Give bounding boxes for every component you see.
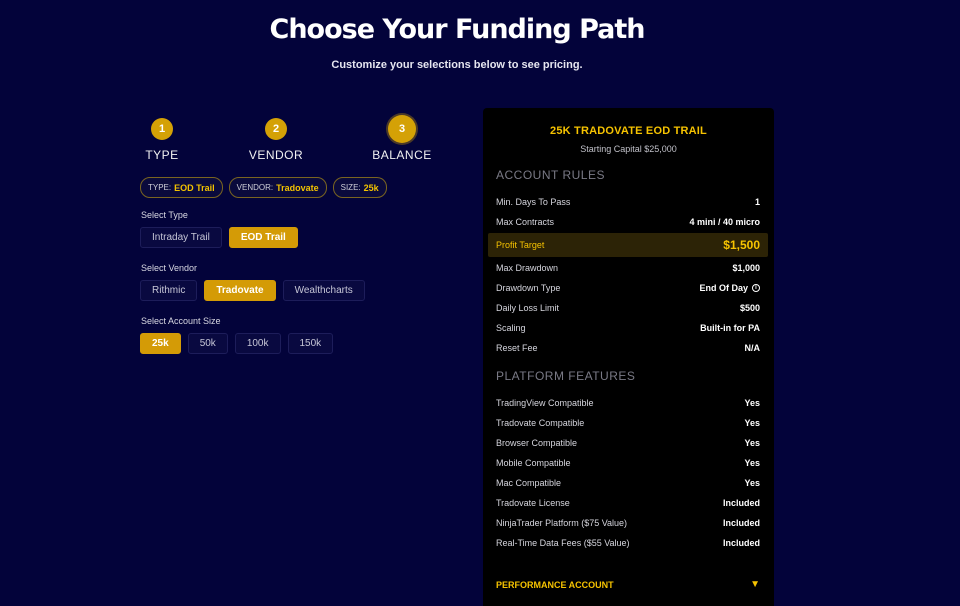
step-label: BALANCE [372, 148, 432, 162]
tag-value: Tradovate [276, 182, 319, 193]
feature-value: Yes [744, 438, 760, 448]
feature-key: NinjaTrader Platform ($75 Value) [496, 518, 628, 528]
rule-row: Min. Days To Pass 1 [496, 194, 760, 210]
feature-value: Yes [744, 398, 760, 408]
rule-row: Reset Fee N/A [496, 340, 760, 356]
rule-value: $1,500 [723, 238, 760, 252]
size-options: 25k 50k 100k 150k [140, 333, 334, 354]
size-option-100k[interactable]: 100k [234, 333, 281, 354]
rule-key: Drawdown Type [496, 283, 561, 293]
feature-row: Real-Time Data Fees ($55 Value) Included [496, 535, 760, 551]
select-type-label: Select Type [141, 210, 188, 220]
feature-value: Yes [744, 478, 760, 488]
rule-value: End Of Day [699, 283, 748, 293]
rule-value: 4 mini / 40 micro [689, 217, 760, 227]
performance-account-toggle[interactable]: PERFORMANCE ACCOUNT ▼ [496, 579, 760, 590]
feature-row: Mac Compatible Yes [496, 475, 760, 491]
rule-value: N/A [744, 343, 761, 353]
rule-row: Daily Loss Limit $500 [496, 300, 760, 316]
select-size-label: Select Account Size [141, 316, 221, 326]
feature-key: Mac Compatible [496, 478, 562, 488]
feature-value: Yes [744, 418, 760, 428]
rule-row: Drawdown Type End Of Day i [496, 280, 760, 296]
vendor-option-wealthcharts[interactable]: Wealthcharts [282, 280, 365, 301]
tag-key: SIZE: [340, 183, 361, 192]
step-label: VENDOR [248, 148, 304, 162]
rule-value: $1,000 [732, 263, 760, 273]
account-rules-heading: ACCOUNT RULES [496, 168, 605, 182]
rule-key: Scaling [496, 323, 526, 333]
feature-key: Browser Compatible [496, 438, 578, 448]
type-option-intraday-trail[interactable]: Intraday Trail [140, 227, 222, 248]
selection-tags: TYPE: EOD Trail VENDOR: Tradovate SIZE: … [140, 177, 387, 198]
feature-value: Included [722, 538, 760, 548]
chevron-down-icon: ▼ [750, 579, 760, 590]
profit-target-row: Profit Target $1,500 [488, 233, 768, 257]
tag-value: 25k [363, 182, 379, 193]
feature-value: Included [722, 518, 760, 528]
rule-key: Profit Target [496, 240, 545, 250]
feature-value: Yes [744, 458, 760, 468]
page-subtitle: Customize your selections below to see p… [331, 59, 583, 71]
feature-key: Tradovate Compatible [496, 418, 585, 428]
rule-value: Built-in for PA [700, 323, 760, 333]
type-option-eod-trail[interactable]: EOD Trail [228, 227, 298, 248]
step-number: 3 [388, 115, 416, 143]
platform-features-heading: PLATFORM FEATURES [496, 369, 636, 383]
type-tag: TYPE: EOD Trail [140, 177, 223, 198]
info-icon[interactable]: i [752, 284, 760, 292]
rule-key: Max Drawdown [496, 263, 559, 273]
rule-value: $500 [739, 303, 760, 313]
rule-row: Max Drawdown $1,000 [496, 260, 760, 276]
feature-row: NinjaTrader Platform ($75 Value) Include… [496, 515, 760, 531]
panel-subtitle: Starting Capital $25,000 [580, 144, 677, 154]
step-balance[interactable]: 3 BALANCE [352, 115, 452, 162]
size-option-150k[interactable]: 150k [287, 333, 334, 354]
rule-row: Max Contracts 4 mini / 40 micro [496, 214, 760, 230]
tag-key: TYPE: [148, 183, 172, 192]
feature-key: Mobile Compatible [496, 458, 571, 468]
performance-account-label: PERFORMANCE ACCOUNT [496, 579, 614, 590]
feature-row: Tradovate License Included [496, 495, 760, 511]
rule-key: Max Contracts [496, 217, 555, 227]
size-option-25k[interactable]: 25k [140, 333, 181, 354]
panel-title: 25K TRADOVATE EOD TRAIL [550, 125, 707, 137]
tag-key: VENDOR: [236, 183, 274, 192]
vendor-option-tradovate[interactable]: Tradovate [204, 280, 276, 301]
size-option-50k[interactable]: 50k [187, 333, 228, 354]
vendor-options: Rithmic Tradovate Wealthcharts [140, 280, 365, 301]
step-vendor[interactable]: 2 VENDOR [226, 118, 326, 162]
feature-key: TradingView Compatible [496, 398, 594, 408]
vendor-tag: VENDOR: Tradovate [228, 177, 327, 198]
feature-row: Mobile Compatible Yes [496, 455, 760, 471]
step-type[interactable]: 1 TYPE [112, 118, 212, 162]
rule-value-wrap: End Of Day i [699, 283, 760, 293]
page-title: Choose Your Funding Path [269, 14, 646, 45]
rule-value: 1 [754, 197, 760, 207]
pricing-panel: 25K TRADOVATE EOD TRAIL Starting Capital… [483, 108, 774, 606]
rule-key: Daily Loss Limit [496, 303, 560, 313]
feature-row: TradingView Compatible Yes [496, 395, 760, 411]
type-options: Intraday Trail EOD Trail [140, 227, 298, 248]
feature-key: Real-Time Data Fees ($55 Value) [496, 538, 630, 548]
tag-value: EOD Trail [174, 182, 215, 193]
feature-row: Browser Compatible Yes [496, 435, 760, 451]
step-label: TYPE [145, 148, 179, 162]
select-vendor-label: Select Vendor [141, 263, 198, 273]
feature-row: Tradovate Compatible Yes [496, 415, 760, 431]
step-number: 2 [265, 118, 287, 140]
rule-row: Scaling Built-in for PA [496, 320, 760, 336]
feature-value: Included [722, 498, 760, 508]
step-number: 1 [151, 118, 173, 140]
rule-key: Reset Fee [496, 343, 538, 353]
vendor-option-rithmic[interactable]: Rithmic [140, 280, 198, 301]
step-indicator: 1 TYPE 2 VENDOR 3 BALANCE [140, 115, 440, 168]
feature-key: Tradovate License [496, 498, 570, 508]
rule-key: Min. Days To Pass [496, 197, 571, 207]
size-tag: SIZE: 25k [332, 177, 387, 198]
